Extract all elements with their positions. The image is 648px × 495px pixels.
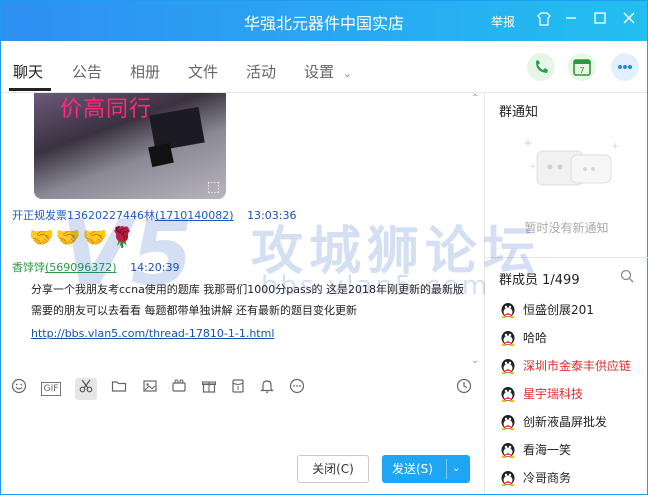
member-avatar-icon [501, 303, 515, 318]
close-button[interactable]: 关闭(C) [297, 455, 369, 483]
member-item[interactable]: 深圳市金泰丰供应链 [497, 353, 647, 377]
sender-id[interactable]: (1710140082) [155, 209, 234, 222]
emoji-icon[interactable] [8, 378, 30, 400]
report-link[interactable]: 举报 [491, 13, 515, 30]
member-avatar-icon [501, 415, 515, 430]
folder-icon[interactable] [108, 378, 130, 400]
close-window-button[interactable] [619, 11, 639, 31]
empty-notice-illustration-icon: + + + [523, 136, 619, 186]
member-name: 恒盛创展201 [523, 303, 594, 317]
members-title: 群成员 1/499 [499, 273, 580, 288]
chat-message-area[interactable]: 价高同行 ⬚ ⌃ 开正规发票13620227446林(1710140082) 1… [1, 93, 484, 371]
tab-announcement[interactable]: 公告 [72, 61, 102, 82]
maximize-button[interactable] [590, 11, 610, 31]
tab-activities[interactable]: 活动 [246, 61, 276, 82]
message-time: 13:03:36 [247, 209, 297, 222]
message-input[interactable] [1, 404, 484, 454]
member-avatar-icon [501, 387, 515, 402]
notice-empty-text: 暂时没有新通知 [524, 221, 609, 235]
member-name: 冷哥商务 [523, 471, 572, 485]
tab-album[interactable]: 相册 [130, 61, 160, 82]
zoom-image-icon[interactable]: ⬚ [207, 179, 220, 195]
image-chip-small [148, 142, 174, 168]
member-item[interactable]: 哈哈 [497, 325, 647, 349]
scroll-up-icon[interactable]: ⌃ [471, 93, 479, 104]
shared-image[interactable]: 价高同行 ⬚ [34, 93, 226, 199]
gift-icon[interactable] [198, 378, 220, 400]
message-text: 分享一个我朋友考ccna使用的题库 我那哥们1000分pass的 这是2018年… [31, 283, 464, 317]
search-icon[interactable] [620, 269, 634, 283]
more-icon [618, 65, 632, 69]
tab-settings[interactable]: 设置 ⌄ [304, 61, 352, 82]
image-icon[interactable] [139, 378, 161, 400]
member-name: 创新液晶屏批发 [523, 415, 608, 429]
tab-settings-label: 设置 [304, 63, 335, 81]
more-options-button[interactable] [611, 53, 639, 81]
member-name: 看海一笑 [523, 443, 572, 457]
more-tools-icon[interactable] [286, 378, 308, 400]
message-header: 开正规发票13620227446林(1710140082) 13:03:36 [12, 207, 296, 223]
scroll-down-icon[interactable]: ⌄ [471, 355, 479, 366]
video-message-icon[interactable] [168, 378, 190, 400]
send-button[interactable]: 发送(S) ⌄ [382, 455, 470, 483]
tab-files[interactable]: 文件 [188, 61, 218, 82]
send-button-separator [446, 459, 447, 479]
message-link[interactable]: http://bbs.vlan5.com/thread-17810-1-1.ht… [31, 327, 274, 340]
member-avatar-icon [501, 359, 515, 374]
red-packet-icon[interactable] [227, 378, 249, 400]
svg-text:+: + [523, 136, 533, 150]
side-panel: 群通知 + + + 暂时没有新通知 群成员 1/499 恒盛创展201 哈哈深圳市… [484, 93, 648, 494]
calendar-icon: 7 [573, 59, 591, 76]
side-divider [485, 257, 648, 258]
member-avatar-icon [501, 443, 515, 458]
calendar-day: 7 [579, 66, 584, 75]
notice-title: 群通知 [499, 105, 539, 120]
sender-name[interactable]: 香饽饽 [12, 261, 45, 274]
chevron-down-icon: ⌄ [342, 67, 353, 80]
member-item[interactable]: 恒盛创展201 [497, 297, 647, 321]
history-clock-icon[interactable] [453, 378, 475, 400]
emoji-message: 🤝🤝🤝🌹 [29, 225, 137, 249]
phone-icon [536, 60, 548, 73]
tab-bar: 聊天 公告 相册 文件 活动 设置 ⌄ 7 [1, 41, 647, 93]
member-name: 深圳市金泰丰供应链 [523, 359, 632, 373]
sender-id[interactable]: (569096372) [45, 261, 117, 274]
send-button-label: 发送(S) [392, 462, 433, 476]
minimize-button[interactable] [561, 11, 581, 31]
phone-call-button[interactable] [527, 53, 555, 81]
message-header: 香饽饽(569096372) 14:20:39 [12, 259, 179, 275]
sender-name[interactable]: 开正规发票13620227446林 [12, 209, 155, 222]
svg-text:+: + [611, 141, 619, 152]
gif-icon[interactable]: GIF [41, 382, 61, 396]
member-name: 星宇瑞科技 [523, 387, 584, 401]
tab-chat[interactable]: 聊天 [13, 61, 43, 82]
member-name: 哈哈 [523, 331, 548, 345]
screenshot-scissors-icon[interactable] [75, 378, 97, 400]
member-item[interactable]: 看海一笑 [497, 437, 647, 461]
chat-window: 华强北元器件中国实店 举报 聊天 公告 相册 文件 活动 设置 ⌄ 7 价高同行… [0, 0, 648, 495]
image-caption-text: 价高同行 [60, 97, 153, 122]
member-avatar-icon [501, 331, 515, 346]
member-item[interactable]: 冷哥商务 [497, 465, 647, 489]
send-options-chevron-icon[interactable]: ⌄ [452, 455, 460, 483]
bell-icon[interactable] [256, 378, 278, 400]
member-avatar-icon [501, 471, 515, 486]
member-item[interactable]: 创新液晶屏批发 [497, 409, 647, 433]
skin-icon[interactable] [534, 11, 554, 31]
active-tab-indicator [9, 88, 51, 91]
input-toolbar: GIF [1, 372, 484, 404]
title-bar[interactable]: 华强北元器件中国实店 举报 [1, 1, 647, 41]
calendar-button[interactable]: 7 [568, 53, 596, 81]
message-time: 14:20:39 [130, 261, 180, 274]
svg-text:+: + [529, 162, 537, 172]
member-item[interactable]: 星宇瑞科技 [497, 381, 647, 405]
